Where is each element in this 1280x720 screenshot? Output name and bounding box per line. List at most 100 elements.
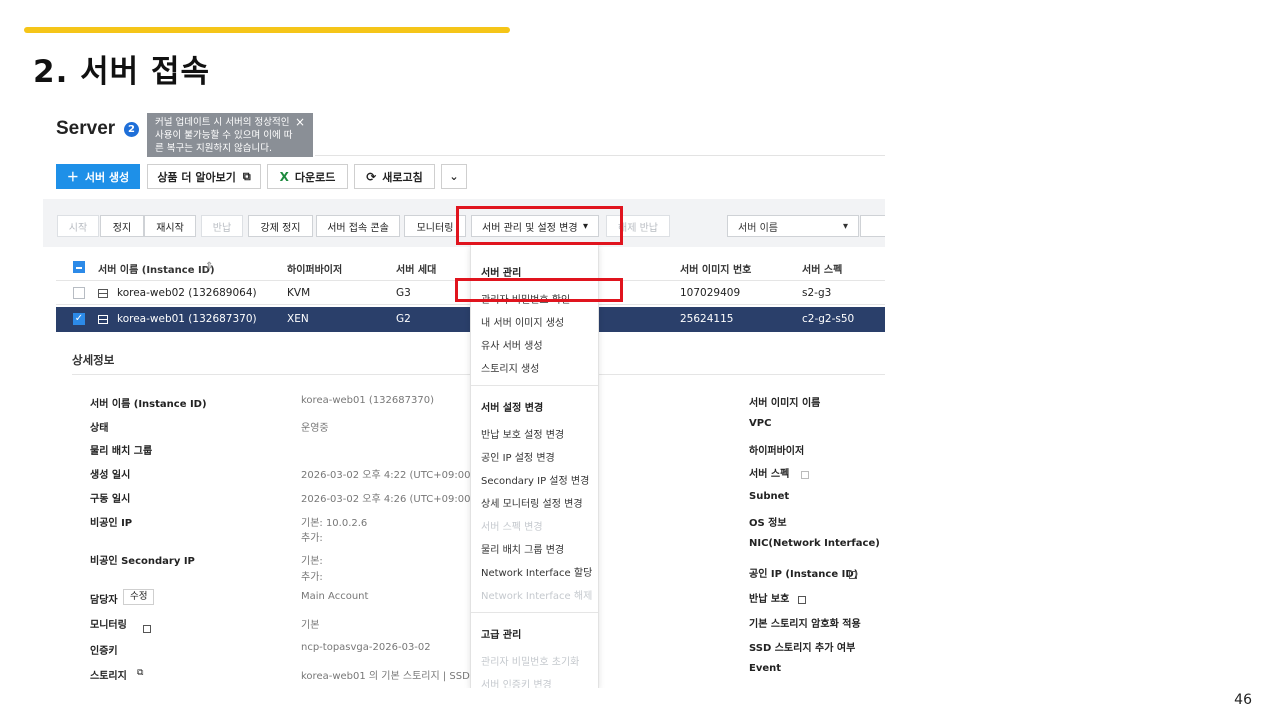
detail-value: 2026-03-02 오후 4:26 (UTC+09:00)	[301, 494, 475, 505]
external-link-icon: ⧉	[242, 169, 251, 183]
server-icon	[98, 289, 108, 298]
search-field-select[interactable]: 서버 이름 ▾	[727, 215, 859, 237]
plus-icon: ＋	[66, 170, 79, 184]
detail-label: NIC(Network Interface)	[749, 538, 880, 549]
menu-item-nic-attach[interactable]: Network Interface 할당	[481, 564, 592, 579]
detail-label: 비공인 IP	[90, 518, 133, 529]
detail-value: Main Account	[301, 591, 369, 602]
detail-label: Subnet	[749, 491, 790, 502]
menu-item-detail-monitoring[interactable]: 상세 모니터링 설정 변경	[481, 495, 583, 510]
start-button[interactable]: 시작	[57, 215, 99, 237]
help-badge[interactable]: 2	[124, 122, 139, 137]
kernel-update-tooltip: 커널 업데이트 시 서버의 정상적인 사용이 불가능할 수 있으며 이에 따른 …	[147, 113, 313, 157]
menu-divider	[471, 612, 598, 613]
detail-value: 기본:	[301, 556, 323, 567]
detail-value: 운영중	[301, 423, 329, 434]
menu-item-change-spec[interactable]: 서버 스펙 변경	[481, 518, 543, 533]
detail-label: 비공인 Secondary IP	[90, 556, 195, 567]
console-button[interactable]: 서버 접속 콘솔	[316, 215, 400, 237]
menu-item-change-auth-key[interactable]: 서버 인증키 변경	[481, 676, 552, 688]
menu-section-advanced: 고급 관리	[481, 630, 522, 641]
detail-label: VPC	[749, 418, 772, 429]
col-hypervisor: 하이퍼바이저	[287, 265, 343, 276]
learn-more-button[interactable]: 상품 더 알아보기 ⧉	[147, 164, 261, 189]
menu-item-return-protection[interactable]: 반납 보호 설정 변경	[481, 426, 564, 441]
detail-label: Event	[749, 663, 782, 674]
detail-label: 반납 보호	[749, 594, 790, 605]
highlight-box	[455, 278, 623, 302]
row-checkbox-checked[interactable]: ✓	[73, 313, 85, 325]
copy-icon[interactable]	[795, 464, 809, 483]
stop-button[interactable]: 정지	[100, 215, 144, 237]
detail-value: 2026-03-02 오후 4:22 (UTC+09:00)	[301, 470, 475, 481]
detail-value: ncp-topasvga-2026-03-02	[301, 642, 431, 653]
return-button[interactable]: 반납	[201, 215, 243, 237]
external-link-icon[interactable]: ⧉	[137, 668, 143, 678]
detail-label: 담당자	[90, 595, 118, 606]
menu-item-nic-detach[interactable]: Network Interface 해제	[481, 587, 592, 602]
detail-value: 기본	[301, 620, 320, 631]
menu-item-create-image[interactable]: 내 서버 이미지 생성	[481, 314, 564, 329]
detail-value: 기본: 10.0.2.6	[301, 518, 368, 529]
detail-label: 인증키	[90, 646, 118, 657]
page-number: 46	[1234, 692, 1252, 708]
menu-item-clone-server[interactable]: 유사 서버 생성	[481, 337, 543, 352]
sort-icon[interactable]: ⇕	[205, 261, 213, 272]
accent-bar	[24, 27, 510, 33]
edit-owner-button[interactable]: 수정	[123, 589, 155, 605]
menu-item-placement-group[interactable]: 물리 배치 그룹 변경	[481, 541, 564, 556]
detail-label: 스토리지	[90, 671, 127, 682]
detail-label: 기본 스토리지 암호화 적용	[749, 619, 861, 630]
select-all-checkbox[interactable]	[73, 261, 85, 273]
tooltip-text: 커널 업데이트 시 서버의 정상적인 사용이 불가능할 수 있으며 이에 따른 …	[155, 117, 293, 154]
more-dropdown-button[interactable]: ⌄	[441, 164, 467, 189]
divider	[315, 155, 885, 156]
detail-value: 추가:	[301, 533, 323, 544]
detail-value: korea-web01 (132687370)	[301, 395, 434, 406]
console-screenshot: Server 2 커널 업데이트 시 서버의 정상적인 사용이 불가능할 수 있…	[43, 108, 885, 688]
copy-icon[interactable]	[792, 589, 806, 608]
menu-section-settings: 서버 설정 변경	[481, 403, 544, 414]
search-input[interactable]	[860, 215, 885, 237]
refresh-icon: ⟳	[366, 169, 377, 184]
manage-settings-menu: 서버 관리 관리자 비밀번호 확인 내 서버 이미지 생성 유사 서버 생성 스…	[470, 245, 599, 688]
slide-title: 2. 서버 접속	[33, 54, 211, 90]
detail-label: 모니터링	[90, 620, 127, 631]
detail-label: OS 정보	[749, 518, 787, 529]
detail-label: SSD 스토리지 추가 여부	[749, 643, 856, 654]
detail-label: 물리 배치 그룹	[90, 446, 153, 457]
detail-label: 서버 스펙	[749, 469, 790, 480]
download-button[interactable]: X 다운로드	[267, 164, 348, 189]
menu-item-reset-password[interactable]: 관리자 비밀번호 초기화	[481, 653, 579, 668]
copy-icon[interactable]	[843, 564, 857, 583]
caret-down-icon: ▾	[842, 220, 848, 232]
detail-value: 추가:	[301, 572, 323, 583]
col-image-no: 서버 이미지 번호	[680, 265, 752, 276]
copy-icon[interactable]	[137, 618, 151, 637]
menu-item-secondary-ip[interactable]: Secondary IP 설정 변경	[481, 472, 589, 487]
detail-label: 구동 일시	[90, 494, 131, 505]
excel-icon: X	[279, 169, 289, 184]
server-icon	[98, 315, 108, 324]
menu-item-create-storage[interactable]: 스토리지 생성	[481, 360, 539, 375]
col-name[interactable]: 서버 이름 (Instance ID)	[98, 261, 215, 276]
restart-button[interactable]: 재시작	[144, 215, 196, 237]
highlight-box	[456, 206, 623, 245]
detail-label: 생성 일시	[90, 470, 131, 481]
detail-label: 서버 이름 (Instance ID)	[90, 399, 207, 410]
col-generation: 서버 세대	[396, 265, 437, 276]
menu-item-public-ip[interactable]: 공인 IP 설정 변경	[481, 449, 555, 464]
refresh-button[interactable]: ⟳ 새로고침	[354, 164, 435, 189]
chevron-down-icon: ⌄	[449, 170, 459, 183]
page-title: Server	[56, 118, 116, 139]
detail-value: korea-web01 의 기본 스토리지 | SSD | 50	[301, 671, 493, 682]
detail-label: 서버 이미지 이름	[749, 398, 821, 409]
menu-section-server-manage: 서버 관리	[481, 268, 522, 279]
detail-section-title: 상세정보	[72, 353, 115, 367]
menu-divider	[471, 385, 598, 386]
row-checkbox[interactable]	[73, 287, 85, 299]
create-server-button[interactable]: ＋ 서버 생성	[56, 164, 140, 189]
detail-label: 상태	[90, 423, 109, 434]
force-stop-button[interactable]: 강제 정지	[248, 215, 313, 237]
close-icon[interactable]: ×	[295, 116, 305, 129]
